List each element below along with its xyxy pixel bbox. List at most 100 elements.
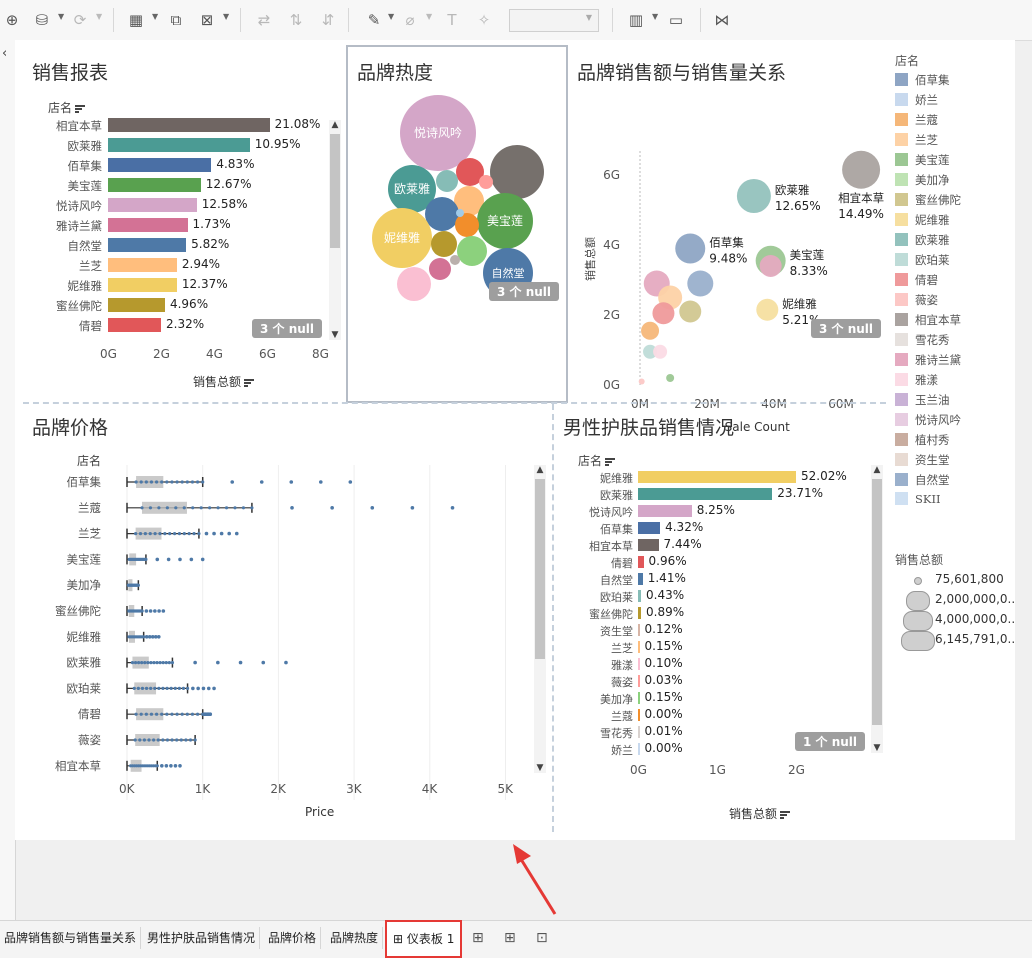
data-point[interactable] (143, 661, 147, 665)
outlier-point[interactable] (164, 764, 169, 768)
outlier-point[interactable] (216, 660, 220, 665)
data-point[interactable] (138, 738, 142, 742)
scatter-point[interactable] (666, 374, 675, 382)
data-point[interactable] (153, 686, 157, 690)
outlier-point[interactable] (196, 686, 200, 691)
chevron-left-icon[interactable]: ‹ (2, 46, 7, 61)
bar-mark[interactable] (638, 675, 640, 687)
data-point[interactable] (161, 738, 165, 742)
legend-item[interactable]: SKII (895, 492, 941, 508)
bar-mark[interactable] (108, 138, 250, 152)
bar-mark[interactable] (638, 556, 644, 568)
bar-mark[interactable] (638, 522, 661, 534)
scroll-down-icon[interactable]: ▼ (534, 763, 546, 773)
row-header[interactable]: 店名 (48, 99, 86, 116)
sort-desc-icon[interactable]: ⇵ (316, 8, 340, 32)
scatter-point[interactable] (638, 378, 645, 385)
data-point[interactable] (191, 506, 195, 510)
data-point[interactable] (175, 712, 179, 716)
data-point[interactable] (164, 661, 168, 665)
legend-item[interactable]: 雪花秀 (895, 332, 950, 348)
data-point[interactable] (168, 532, 172, 536)
bubble[interactable] (429, 258, 451, 280)
outlier-point[interactable] (261, 660, 266, 665)
bar-mark[interactable] (108, 218, 188, 232)
data-point[interactable] (174, 506, 178, 510)
data-point[interactable] (199, 506, 203, 510)
outlier-point[interactable] (212, 531, 216, 536)
tab-men-skincare[interactable]: 男性护肤品销售情况 (143, 927, 261, 949)
data-point[interactable] (173, 686, 177, 690)
legend-item[interactable]: 薇姿 (895, 292, 938, 308)
bubble[interactable] (456, 209, 464, 217)
data-point[interactable] (192, 532, 196, 536)
data-point[interactable] (182, 506, 186, 510)
data-point[interactable] (160, 712, 164, 716)
bubble-xiangyi[interactable] (490, 145, 544, 199)
pin-icon[interactable]: ✧ (472, 8, 496, 32)
datasource-icon[interactable]: ⛁ (30, 8, 54, 32)
scatter-point[interactable] (756, 298, 779, 321)
axis-title[interactable]: 销售总额 (193, 373, 255, 390)
data-point[interactable] (149, 480, 154, 484)
data-point[interactable] (170, 480, 174, 484)
legend-item[interactable]: 资生堂 (895, 452, 950, 468)
size-legend-item[interactable]: 4,000,000,0.. (895, 611, 1015, 631)
data-point[interactable] (170, 738, 174, 742)
group-icon[interactable]: ⌀ (398, 8, 422, 32)
scroll-thumb[interactable] (872, 479, 882, 725)
chevron-down-icon[interactable]: ▼ (388, 12, 394, 21)
data-point[interactable] (149, 661, 153, 665)
outlier-point[interactable] (206, 686, 211, 691)
data-point[interactable] (157, 686, 161, 690)
data-point[interactable] (140, 506, 144, 510)
legend-item[interactable]: 美宝莲 (895, 152, 950, 168)
data-point[interactable] (224, 506, 229, 510)
scatter-point[interactable] (736, 179, 771, 213)
axis-title[interactable]: Price (305, 805, 334, 819)
outlier-point[interactable] (289, 480, 294, 484)
bar-mark[interactable] (638, 539, 659, 551)
data-point[interactable] (152, 661, 156, 665)
legend-item[interactable]: 悦诗风吟 (895, 412, 961, 428)
data-point[interactable] (175, 480, 179, 484)
bar-mark[interactable] (638, 590, 641, 602)
data-point[interactable] (180, 712, 184, 716)
null-badge[interactable]: 3 个 null (489, 282, 560, 301)
legend-item[interactable]: 欧珀莱 (895, 252, 950, 268)
outlier-point[interactable] (290, 506, 294, 510)
scroll-down-icon[interactable]: ▼ (871, 743, 883, 753)
bar-mark[interactable] (108, 118, 270, 132)
bar-mark[interactable] (108, 198, 197, 212)
legend-item[interactable]: 玉兰油 (895, 392, 950, 408)
data-point[interactable] (136, 661, 141, 665)
outlier-point[interactable] (191, 686, 195, 691)
data-point[interactable] (179, 738, 183, 742)
data-point[interactable] (153, 532, 157, 536)
data-point[interactable] (144, 480, 148, 484)
data-point[interactable] (157, 506, 161, 510)
bar-mark[interactable] (108, 298, 165, 312)
data-point[interactable] (138, 532, 143, 536)
legend-item[interactable]: 兰蔻 (895, 112, 938, 128)
outlier-point[interactable] (230, 480, 235, 484)
scatter-point[interactable] (675, 233, 706, 264)
data-point[interactable] (152, 738, 156, 742)
outlier-point[interactable] (259, 480, 264, 484)
men-skin-scrollbar[interactable]: ▲ ▼ (871, 465, 883, 753)
legend-item[interactable]: 相宜本草 (895, 312, 961, 328)
outlier-point[interactable] (189, 557, 194, 562)
outlier-point[interactable] (153, 609, 157, 613)
sort-icon[interactable] (605, 457, 616, 466)
outlier-point[interactable] (161, 609, 166, 613)
size-legend-item[interactable]: 2,000,000,0.. (895, 591, 1015, 611)
bar-mark[interactable] (638, 658, 640, 670)
bar-mark[interactable] (638, 641, 640, 653)
data-point[interactable] (133, 738, 137, 742)
data-point[interactable] (208, 506, 212, 510)
outlier-point[interactable] (348, 480, 353, 484)
data-point[interactable] (195, 480, 200, 484)
bubble[interactable] (431, 231, 457, 257)
bar-mark[interactable] (108, 318, 161, 332)
data-point[interactable] (161, 661, 165, 665)
